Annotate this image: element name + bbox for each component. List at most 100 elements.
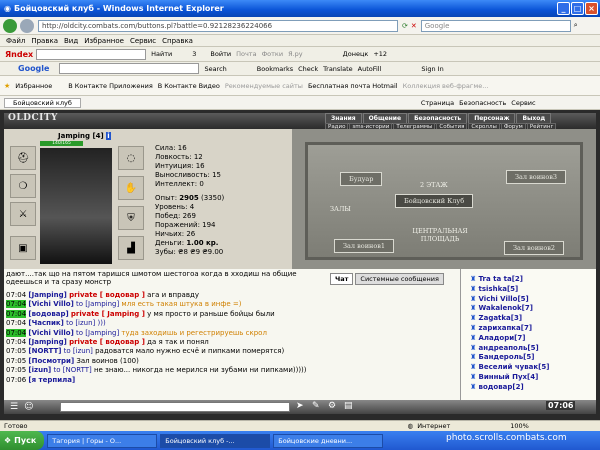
back-button[interactable] (3, 18, 17, 33)
map-room-hall3[interactable]: Зал воинов3 (506, 170, 567, 184)
helmet-slot-icon[interactable]: ⛑ (10, 146, 36, 170)
stat-agility: Ловкость: 12 (155, 153, 203, 161)
menu-favorites[interactable]: Избранное (84, 37, 124, 45)
zoom-text[interactable]: 100% (510, 422, 529, 430)
filter-icon[interactable]: ▤ (344, 401, 353, 411)
yandex-mail-button[interactable]: Почта (236, 50, 256, 58)
search-icon[interactable]: ⌕ (574, 21, 578, 30)
task-fight-club[interactable]: Бойцовский клуб -... (160, 433, 271, 448)
favorites-button[interactable]: Избранное (15, 82, 52, 90)
google-signin-button[interactable]: Sign In (421, 65, 443, 73)
yandex-photo-button[interactable]: Фотки (262, 50, 284, 58)
online-user[interactable]: ♜ Tra ta ta[2] (470, 275, 590, 285)
minimize-button[interactable]: _ (557, 2, 570, 15)
smiley-icon[interactable]: ☺ (24, 402, 33, 412)
boots-slot-icon[interactable]: ▟ (118, 236, 144, 260)
chat-author[interactable]: [Vichi Villo] (28, 300, 73, 308)
chat-author[interactable]: [Jamping] (28, 291, 66, 299)
yandex-city[interactable]: Донецк (343, 50, 369, 58)
chat-author[interactable]: [водовар] (28, 310, 68, 318)
task-tagoria[interactable]: Тагория | Горы - О... (47, 433, 158, 448)
chat-author[interactable]: [Часпик] (28, 319, 63, 327)
fav-link-hotmail[interactable]: Бесплатная почта Hotmail (308, 82, 398, 90)
online-user[interactable]: ♜ Винный Пух[4] (470, 373, 590, 383)
weapon-slot-icon[interactable]: ⚔ (10, 202, 36, 226)
google-check-button[interactable]: Check (298, 65, 318, 73)
shield-slot-icon[interactable]: ⛨ (118, 206, 144, 230)
online-user[interactable]: ♜ Zagatka[3] (470, 314, 590, 324)
settings-icon[interactable]: ⚙ (328, 401, 336, 411)
chat-to: to [Jamping] (76, 328, 120, 337)
menu-file[interactable]: Файл (6, 37, 25, 45)
menu-edit[interactable]: Правка (31, 37, 58, 45)
character-name[interactable]: Jamping [4] i (58, 132, 111, 140)
page-tab[interactable]: Бойцовский клуб (4, 97, 81, 108)
chat-author[interactable]: [Vichi Villo] (28, 329, 73, 337)
url-input[interactable]: http://oldcity.combats.com/buttons.pl?ba… (38, 19, 398, 32)
chat-author[interactable]: [NORTT] (28, 347, 61, 355)
service-menu[interactable]: Сервис (511, 99, 535, 107)
info-icon[interactable]: i (106, 132, 111, 140)
refresh-icon[interactable]: ⟳ (402, 22, 408, 30)
chat-author[interactable]: [izun] (28, 366, 51, 374)
google-translate-button[interactable]: Translate (323, 65, 353, 73)
armor-slot-icon[interactable]: ▣ (10, 236, 36, 260)
tab-system-messages[interactable]: Системные сообщения (355, 273, 444, 285)
online-user[interactable]: ♜ Vichi Villo[5] (470, 295, 590, 305)
maximize-button[interactable]: □ (571, 2, 584, 15)
glove-slot-icon[interactable]: ✋ (118, 176, 144, 200)
map-fight-club[interactable]: Бойцовский Клуб (395, 194, 474, 208)
online-user[interactable]: ♜ Веселий чувак[5] (470, 363, 590, 373)
map-central-square[interactable]: ЦЕНТРАЛЬНАЯ ПЛОЩАДЬ (410, 227, 470, 243)
page-menu[interactable]: Страница (421, 99, 454, 107)
menu-help[interactable]: Справка (162, 37, 193, 45)
task-fight-club-label: Бойцовский клуб -... (165, 436, 235, 445)
chat-input[interactable] (60, 402, 290, 412)
star-icon[interactable]: ★ (4, 82, 10, 90)
ring-slot-icon[interactable]: ◌ (118, 146, 144, 170)
chat-private: private [ водовар ] (69, 291, 145, 299)
task-diaries[interactable]: Бойцовские дневни... (273, 433, 384, 448)
google-autofill-button[interactable]: AutoFill (358, 65, 382, 73)
map-room-hall2[interactable]: Зал воинов2 (504, 241, 565, 255)
start-button[interactable]: ❖ Пуск (0, 431, 45, 450)
amulet-slot-icon[interactable]: ❍ (10, 174, 36, 198)
yandex-login-button[interactable]: Войти (210, 50, 231, 58)
forward-button[interactable] (20, 18, 34, 33)
chat-author[interactable]: [Jamping] (28, 338, 66, 346)
close-button[interactable]: × (585, 2, 598, 15)
online-user[interactable]: ♜ tsishka[5] (470, 285, 590, 295)
safety-menu[interactable]: Безопасность (459, 99, 506, 107)
chat-author[interactable]: [Посмотри] (28, 357, 74, 365)
fav-link-webslice[interactable]: Коллекция веб-фрагме... (403, 82, 489, 90)
character-avatar[interactable] (40, 148, 112, 264)
menu-view[interactable]: Вид (64, 37, 78, 45)
tab-chat[interactable]: Чат (330, 273, 354, 285)
fav-link-vk-apps[interactable]: В Контакте Приложения (68, 82, 153, 90)
chat-author[interactable]: [я терпила] (28, 376, 75, 384)
stop-icon[interactable]: ✕ (411, 22, 417, 30)
google-search-button[interactable]: Search (204, 65, 226, 73)
ie-icon: ◉ (4, 4, 11, 13)
online-user[interactable]: ♜ Wakalenok[7] (470, 304, 590, 314)
yandex-counter[interactable]: 3 (192, 50, 196, 58)
menu-tools[interactable]: Сервис (130, 37, 156, 45)
online-user[interactable]: ♜ Бандероль[5] (470, 353, 590, 363)
fav-link-vk-video[interactable]: В Контакте Видео (158, 82, 220, 90)
search-input[interactable]: Google (420, 19, 571, 32)
online-user[interactable]: ♜ Аладори[7] (470, 334, 590, 344)
google-search-input[interactable] (59, 63, 200, 74)
map-room-boudoir[interactable]: Будуар (340, 172, 383, 186)
yandex-find-button[interactable]: Найти (151, 50, 172, 58)
fav-link-suggested[interactable]: Рекомендуемые сайты (225, 82, 303, 90)
online-user[interactable]: ♜ водовар[2] (470, 383, 590, 393)
chat-mode-icon[interactable]: ☰ (10, 402, 18, 412)
clear-icon[interactable]: ✎ (312, 401, 320, 411)
send-icon[interactable]: ➤ (296, 401, 304, 411)
google-bookmarks-button[interactable]: Bookmarks (257, 65, 293, 73)
online-user[interactable]: ♜ zaрихапка[7] (470, 324, 590, 334)
online-user[interactable]: ♜ андреаполь[5] (470, 344, 590, 354)
yandex-yaru-button[interactable]: Я.ру (288, 50, 303, 58)
yandex-search-input[interactable] (36, 48, 147, 60)
map-room-hall1[interactable]: Зал воинов1 (334, 239, 395, 253)
